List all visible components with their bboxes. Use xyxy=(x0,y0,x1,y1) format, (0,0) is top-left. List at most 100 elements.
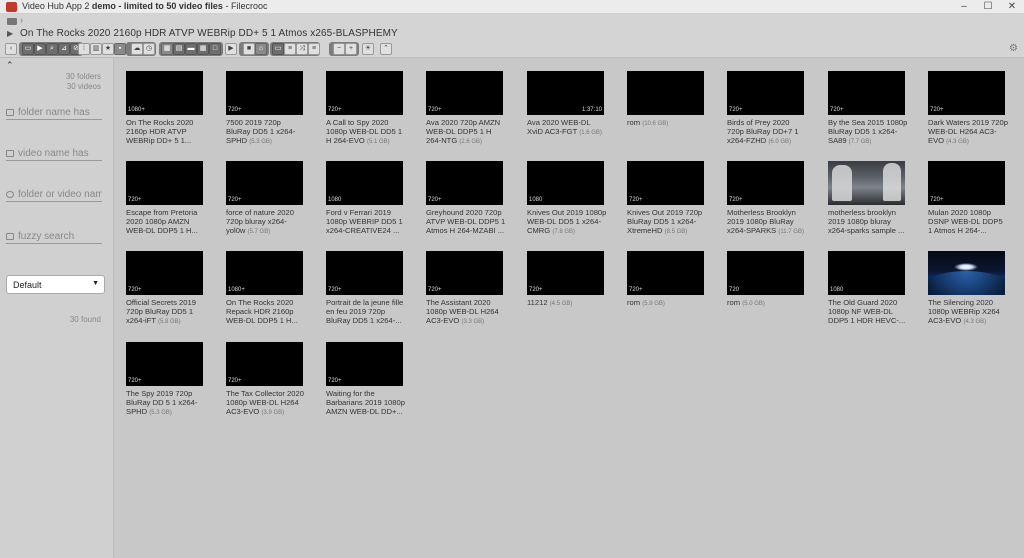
play-icon[interactable]: ▶ xyxy=(34,43,46,55)
video-thumbnail[interactable] xyxy=(828,161,905,205)
grid-view-icon[interactable]: ▦ xyxy=(161,43,173,55)
sort-select[interactable]: Default ▼ xyxy=(6,275,105,294)
video-thumbnail[interactable]: 720+ xyxy=(627,251,704,295)
video-card[interactable]: 720+ By the Sea 2015 1080p BluRay DD5 1 x… xyxy=(828,71,907,159)
video-thumbnail[interactable]: 720+ xyxy=(928,71,1005,115)
video-card[interactable]: 1080 The Old Guard 2020 1080p NF WEB-DL D… xyxy=(828,251,906,339)
video-thumbnail[interactable]: 720+ xyxy=(828,71,905,115)
video-card[interactable]: 720+ Mulan 2020 1080p DSNP WEB-DL DDP5 1 … xyxy=(928,161,1006,249)
video-card[interactable]: 720+ Escape from Pretoria 2020 1080p AMZN… xyxy=(126,161,204,249)
video-thumbnail[interactable]: 720 xyxy=(727,251,804,295)
folder-icon[interactable] xyxy=(7,18,17,25)
video-thumbnail[interactable]: 1080 xyxy=(326,161,403,205)
video-card[interactable]: 720+ rom (5.9 GB) xyxy=(627,251,705,339)
video-card[interactable]: 720+ A Call to Spy 2020 1080p WEB-DL DD5 … xyxy=(326,71,404,159)
video-card[interactable]: 1080+ On The Rocks 2020 Repack HDR 2160p … xyxy=(226,251,304,339)
details-view-icon[interactable]: ▦ xyxy=(197,43,209,55)
stop-icon[interactable]: ■ xyxy=(243,43,255,55)
menu-icon[interactable]: ≡ xyxy=(284,43,296,55)
video-card[interactable]: 720+ Waiting for the Barbarians 2019 1080… xyxy=(326,342,405,430)
video-thumbnail[interactable]: 720+ xyxy=(326,71,403,115)
video-card[interactable]: 720+ Official Secrets 2019 720p BluRay DD… xyxy=(126,251,204,339)
clock-icon[interactable]: ◷ xyxy=(143,43,155,55)
video-filter-input[interactable] xyxy=(18,147,102,160)
video-card[interactable]: 720 rom (5.0 GB) xyxy=(727,251,805,339)
video-card[interactable]: 1080+ On The Rocks 2020 2160p HDR ATVP WE… xyxy=(126,71,204,159)
video-card[interactable]: 720+ Ava 2020 720p AMZN WEB-DL DDP5 1 H 2… xyxy=(426,71,504,159)
video-thumbnail[interactable]: 720+ xyxy=(226,342,303,386)
folder-toggle-icon[interactable]: ▭ xyxy=(22,43,34,55)
video-card[interactable]: 720+ Knives Out 2019 720p BluRay DD5 1 x2… xyxy=(627,161,705,249)
bar-chart-icon[interactable]: ▥ xyxy=(90,43,102,55)
video-card[interactable]: rom (10.6 GB) xyxy=(627,71,705,159)
cloud-icon[interactable]: ☁ xyxy=(131,43,143,55)
video-thumbnail[interactable]: 720+ xyxy=(426,161,503,205)
video-card[interactable]: 720+ Greyhound 2020 720p ATVP WEB-DL DDP5… xyxy=(426,161,505,249)
video-thumbnail[interactable]: 720+ xyxy=(126,342,203,386)
video-thumbnail[interactable]: 720+ xyxy=(727,161,804,205)
video-card[interactable]: 720+ The Tax Collector 2020 1080p WEB-DL … xyxy=(226,342,304,430)
tag-mode-icon[interactable]: ⌂ xyxy=(255,43,267,55)
fuzzy-search-input[interactable] xyxy=(18,230,102,243)
chevron-right-icon[interactable]: › xyxy=(20,15,23,25)
minimize-button[interactable]: – xyxy=(952,0,976,14)
video-thumbnail[interactable]: 720+ xyxy=(126,161,203,205)
video-card[interactable]: 720+ Motherless Brooklyn 2019 1080p BluRa… xyxy=(727,161,805,249)
video-thumbnail[interactable]: 1080 xyxy=(828,251,905,295)
zoom-out-icon[interactable]: − xyxy=(333,43,345,55)
back-icon[interactable]: ‹ xyxy=(5,43,17,55)
video-thumbnail[interactable]: 720+ xyxy=(928,251,1005,295)
collapse-chevron-icon[interactable]: ⌃ xyxy=(6,60,14,71)
star-icon[interactable]: ★ xyxy=(102,43,114,55)
video-card[interactable]: 720+ The Silencing 2020 1080p WEBRip X264… xyxy=(928,251,1006,339)
video-thumbnail[interactable]: 720+ xyxy=(326,342,403,386)
video-thumbnail[interactable]: 720+ xyxy=(426,251,503,295)
filmstrip-icon[interactable]: ▬ xyxy=(185,43,197,55)
filter-icon[interactable]: ⊿ xyxy=(58,43,70,55)
sort-icon[interactable]: ≡ xyxy=(308,43,320,55)
video-card[interactable]: 720+ force of nature 2020 720p bluray x26… xyxy=(226,161,304,249)
video-thumbnail[interactable]: 1:37:10 xyxy=(527,71,604,115)
maximize-button[interactable]: ☐ xyxy=(976,0,1000,14)
video-card[interactable]: 1:37:10 Ava 2020 WEB-DL XviD AC3-FGT (1.6… xyxy=(527,71,605,159)
video-thumbnail[interactable]: 720+ xyxy=(627,161,704,205)
video-thumbnail[interactable]: 720+ xyxy=(727,71,804,115)
video-thumbnail[interactable]: 720+ xyxy=(326,251,403,295)
up-icon[interactable]: ⌃ xyxy=(380,43,392,55)
settings-gear-icon[interactable]: ⚙ xyxy=(1009,43,1018,54)
search-icon[interactable]: ⌕ xyxy=(46,43,58,55)
video-card[interactable]: 720+ Dark Waters 2019 720p WEB-DL H264 AC… xyxy=(928,71,1008,159)
video-thumbnail[interactable]: 1080+ xyxy=(226,251,303,295)
video-card[interactable]: 720+ The Assistant 2020 1080p WEB-DL H264… xyxy=(426,251,504,339)
folder-filter-input[interactable] xyxy=(18,106,102,119)
play-icon[interactable]: ▶ xyxy=(7,29,13,38)
video-card[interactable]: 720+ Birds of Prey 2020 720p BluRay DD+7 … xyxy=(727,71,805,159)
video-thumbnail[interactable]: 720+ xyxy=(126,251,203,295)
brightness-icon[interactable]: ☀ xyxy=(362,43,374,55)
video-thumbnail[interactable]: 720+ xyxy=(426,71,503,115)
video-card[interactable]: 1080 Ford v Ferrari 2019 1080p WEBRIP DD5… xyxy=(326,161,404,249)
full-view-icon[interactable]: □ xyxy=(209,43,221,55)
video-card[interactable]: 720+ 7500 2019 720p BluRay DD5 1 x264-SPH… xyxy=(226,71,304,159)
video-card[interactable]: 720+ 11212 (4.5 GB) xyxy=(527,251,605,339)
play-mode-icon[interactable]: ▶ xyxy=(225,43,237,55)
video-thumbnail[interactable]: 1080+ xyxy=(126,71,203,115)
details-icon[interactable]: ⁞ xyxy=(78,43,90,55)
video-thumbnail[interactable]: 720+ xyxy=(226,71,303,115)
list-view-icon[interactable]: ▤ xyxy=(173,43,185,55)
video-card[interactable]: 720+ Portrait de la jeune fille en feu 20… xyxy=(326,251,404,339)
video-thumbnail[interactable] xyxy=(627,71,704,115)
video-card[interactable]: motherless brooklyn 2019 1080p bluray x2… xyxy=(828,161,906,249)
video-thumbnail[interactable]: 720+ xyxy=(928,161,1005,205)
video-thumbnail[interactable]: 720+ xyxy=(226,161,303,205)
video-thumbnail[interactable]: 1080 xyxy=(527,161,604,205)
folder-or-video-filter-input[interactable] xyxy=(18,188,102,201)
video-card[interactable]: 720+ The Spy 2019 720p BluRay DD 5 1 x264… xyxy=(126,342,204,430)
video-thumbnail[interactable]: 720+ xyxy=(527,251,604,295)
video-card[interactable]: 1080 Knives Out 2019 1080p WEB-DL DD5 1 x… xyxy=(527,161,606,249)
shuffle-icon[interactable]: ⤨ xyxy=(296,43,308,55)
thumbnail-icon[interactable]: ▪ xyxy=(114,43,126,55)
playlist-icon[interactable]: ▭ xyxy=(272,43,284,55)
zoom-in-icon[interactable]: + xyxy=(345,43,357,55)
close-button[interactable]: ✕ xyxy=(1000,0,1024,14)
